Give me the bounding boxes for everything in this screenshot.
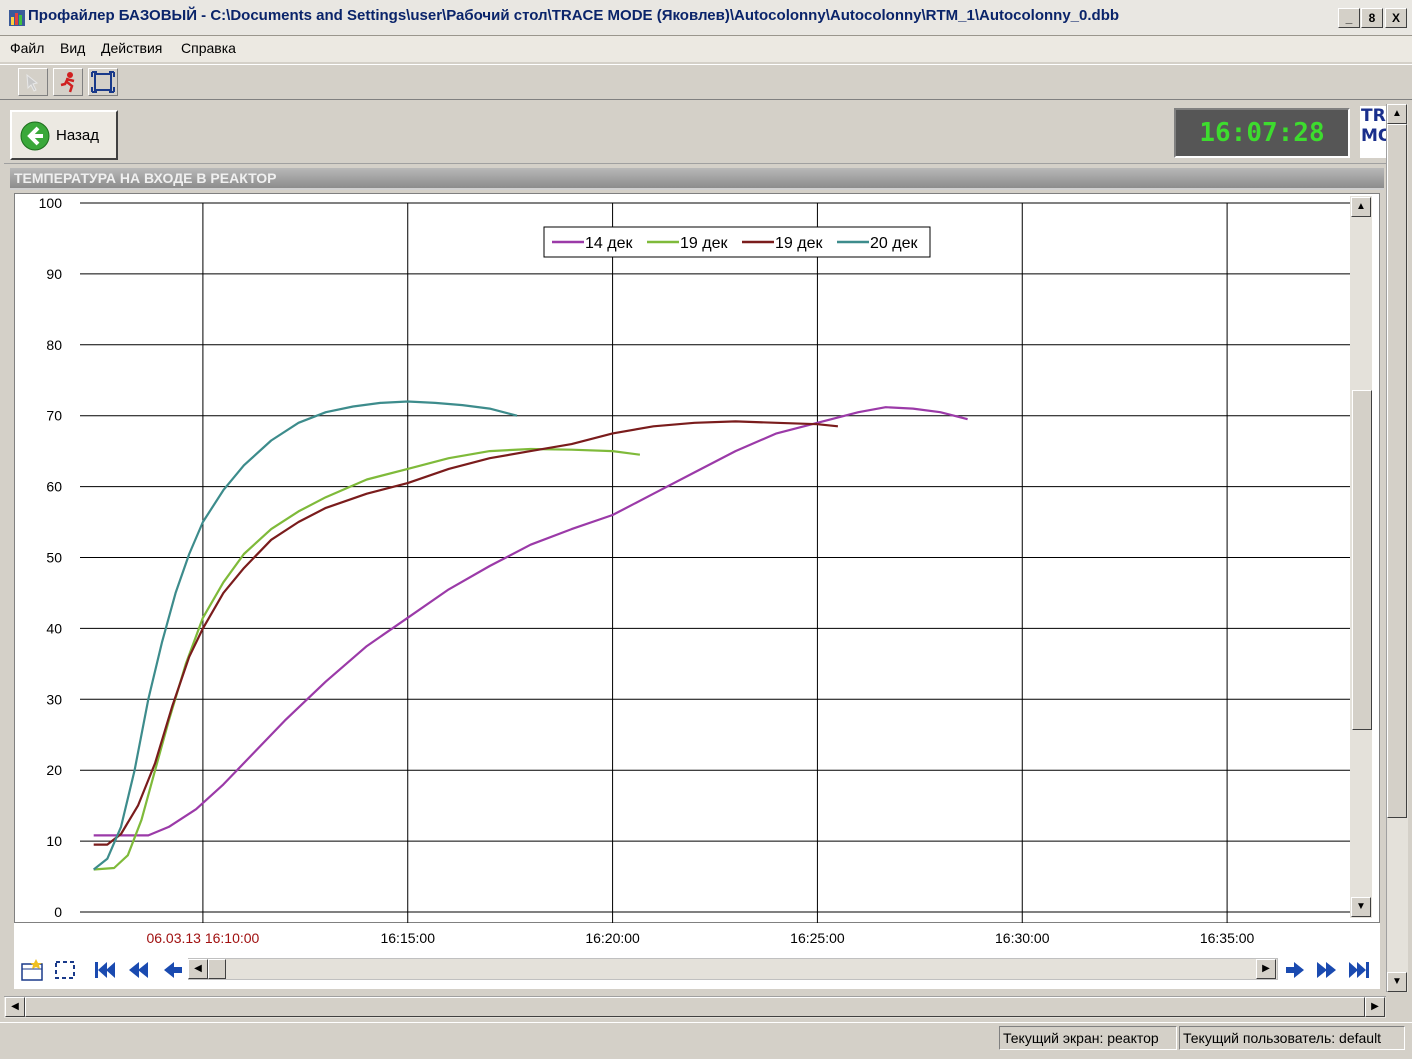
y-tick-label: 50 (46, 550, 62, 566)
series-line-2 (93, 420, 839, 846)
chart-scroll-thumb[interactable] (1352, 390, 1372, 730)
select-area-icon[interactable] (53, 958, 79, 982)
legend-label-0: 14 дек (585, 235, 633, 252)
status-current-user: Текущий пользователь: default (1179, 1026, 1405, 1050)
menu-file[interactable]: Файл (10, 40, 44, 56)
app-icon (8, 9, 26, 27)
outer-scroll-left-icon[interactable]: ◀ (5, 997, 25, 1017)
outer-scroll-thumb[interactable] (1387, 124, 1407, 818)
outer-scroll-right-icon[interactable]: ▶ (1365, 997, 1385, 1017)
x-tick-label: 16:30:00 (995, 930, 1050, 946)
chart-scroll-left-icon[interactable]: ◀ (188, 959, 208, 979)
x-tick-label: 16:20:00 (585, 930, 640, 946)
chart-series (93, 400, 968, 871)
scroll-down-icon[interactable]: ▼ (1387, 972, 1407, 992)
chart-grid (80, 202, 1350, 923)
y-tick-label: 70 (46, 408, 62, 424)
legend-label-2: 19 дек (775, 235, 823, 252)
series-line-3 (93, 400, 518, 871)
back-button[interactable]: Назад (10, 110, 118, 160)
step-forward-icon[interactable] (1282, 958, 1308, 982)
chart-hscroll-thumb[interactable] (208, 959, 226, 979)
graph-title: ТЕМПЕРАТУРА НА ВХОДЕ В РЕАКТОР (14, 170, 277, 186)
menu-actions[interactable]: Действия (101, 40, 162, 56)
disabled-cursor-icon[interactable] (18, 68, 48, 96)
status-current-screen: Текущий экран: реактор (999, 1026, 1177, 1050)
clock-display: 16:07:28 (1174, 108, 1350, 158)
chart-scroll-down-icon[interactable]: ▼ (1351, 897, 1371, 917)
y-tick-label: 0 (54, 904, 62, 920)
x-tick-label: 16:35:00 (1200, 930, 1255, 946)
chart-scroll-right-icon[interactable]: ▶ (1256, 959, 1276, 979)
fast-forward-icon[interactable] (1313, 958, 1339, 982)
y-tick-labels: 0 10 20 30 40 50 60 70 80 90 100 (39, 195, 63, 920)
x-tick-labels: 06.03.13 16:10:00 16:15:00 16:20:00 16:25:0… (146, 930, 1255, 946)
fast-back-icon[interactable] (126, 958, 152, 982)
go-last-icon[interactable] (1346, 958, 1372, 982)
fit-frame-icon[interactable] (88, 68, 118, 96)
outer-hscroll-thumb[interactable] (25, 997, 1365, 1017)
close-button[interactable]: X (1385, 8, 1407, 28)
scroll-up-icon[interactable]: ▲ (1387, 104, 1407, 124)
maximize-button[interactable]: 8 (1361, 8, 1383, 28)
x-tick-label: 16:15:00 (380, 930, 435, 946)
window-title: Профайлер БАЗОВЫЙ - C:\Documents and Set… (28, 7, 1120, 24)
go-first-icon[interactable] (92, 958, 118, 982)
series-line-1 (93, 447, 641, 871)
menu-view[interactable]: Вид (60, 40, 85, 56)
minimize-button[interactable]: _ (1338, 8, 1360, 28)
chart-horizontal-scrollbar[interactable] (188, 958, 1278, 980)
legend-label-1: 19 дек (680, 235, 728, 252)
chart-scroll-up-icon[interactable]: ▲ (1351, 197, 1371, 217)
y-tick-label: 100 (39, 195, 63, 211)
chart-legend: 14 дек 19 дек 19 дек 20 дек (543, 226, 931, 258)
y-tick-label: 10 (46, 833, 62, 849)
y-tick-label: 30 (46, 691, 62, 707)
y-tick-label: 90 (46, 266, 62, 282)
menu-help[interactable]: Справка (181, 40, 236, 56)
trace-mode-logo: TRA MO (1360, 106, 1386, 158)
toolbar (0, 64, 1412, 100)
back-button-label: Назад (56, 127, 99, 144)
y-tick-label: 40 (46, 620, 62, 636)
series-line-0 (93, 406, 968, 837)
legend-label-3: 20 дек (870, 235, 918, 252)
running-man-icon[interactable] (53, 68, 83, 96)
x-tick-label: 06.03.13 16:10:00 (146, 930, 259, 946)
back-arrow-icon (20, 121, 50, 151)
add-chart-icon[interactable] (20, 958, 46, 982)
x-tick-label: 16:25:00 (790, 930, 845, 946)
y-tick-label: 60 (46, 479, 62, 495)
step-back-icon[interactable] (160, 958, 186, 982)
trend-chart: 0 10 20 30 40 50 60 70 80 90 100 14 дек 19 дек 19 де… (39, 195, 1350, 923)
y-tick-label: 80 (46, 337, 62, 353)
y-tick-label: 20 (46, 762, 62, 778)
